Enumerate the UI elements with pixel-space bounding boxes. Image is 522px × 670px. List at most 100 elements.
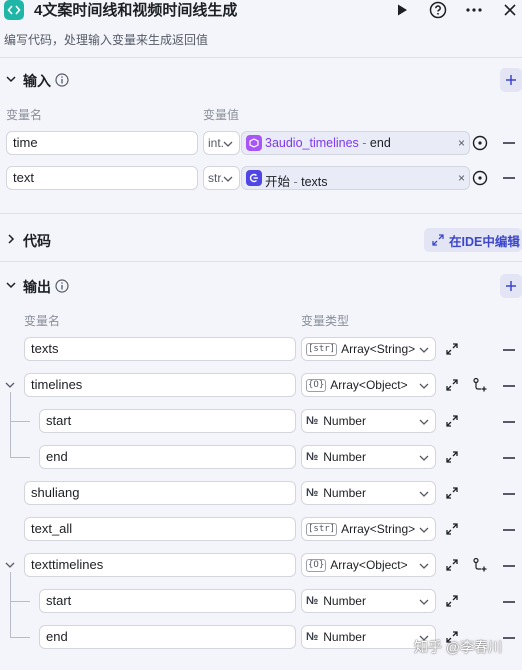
remove-input-button[interactable] bbox=[503, 142, 515, 144]
expand-icon[interactable] bbox=[445, 558, 459, 572]
type-icon: {O} bbox=[306, 378, 327, 392]
input-name-field[interactable]: time bbox=[6, 131, 198, 155]
play-icon bbox=[398, 4, 407, 16]
run-button[interactable] bbox=[392, 0, 412, 20]
output-type-select[interactable]: {O} Array<Object> bbox=[301, 553, 436, 577]
clear-icon[interactable]: × bbox=[458, 171, 465, 185]
chevron-down-icon bbox=[419, 383, 429, 389]
input-name-field[interactable]: text bbox=[6, 166, 198, 190]
chevron-down-icon bbox=[419, 563, 429, 569]
type-icon: [str] bbox=[306, 522, 338, 536]
input-type-select[interactable]: int. bbox=[203, 131, 240, 155]
info-icon[interactable] bbox=[55, 73, 69, 87]
chevron-down-icon[interactable] bbox=[4, 559, 16, 571]
tree-connector bbox=[10, 421, 30, 422]
chevron-down-icon bbox=[419, 455, 429, 461]
divider bbox=[0, 261, 522, 262]
tree-connector bbox=[10, 572, 11, 638]
chevron-down-icon[interactable] bbox=[4, 379, 16, 391]
output-col-type-label: 变量类型 bbox=[301, 314, 350, 328]
add-child-icon[interactable] bbox=[472, 377, 488, 393]
plus-icon bbox=[506, 75, 516, 85]
input-type-select[interactable]: str. bbox=[203, 166, 240, 190]
expand-icon[interactable] bbox=[445, 378, 459, 392]
remove-output-button[interactable] bbox=[503, 493, 515, 495]
chevron-down-icon[interactable] bbox=[4, 278, 18, 292]
expand-icon[interactable] bbox=[445, 486, 459, 500]
reference-text: 3audio_timelines - end bbox=[265, 136, 391, 150]
remove-output-button[interactable] bbox=[503, 601, 515, 603]
output-col-name-label: 变量名 bbox=[24, 314, 61, 328]
more-button[interactable] bbox=[464, 0, 484, 20]
input-value-reference[interactable]: 3audio_timelines - end × bbox=[241, 131, 470, 155]
variable-picker-icon[interactable] bbox=[472, 170, 488, 186]
divider bbox=[0, 213, 522, 214]
edit-in-ide-button[interactable]: 在IDE中编辑 bbox=[424, 228, 522, 252]
remove-output-button[interactable] bbox=[503, 457, 515, 459]
close-icon bbox=[504, 4, 516, 16]
output-name-field[interactable]: end bbox=[39, 445, 296, 469]
output-name-field[interactable]: timelines bbox=[24, 373, 296, 397]
input-value-reference[interactable]: 开始 - texts × bbox=[241, 166, 470, 190]
add-output-button[interactable] bbox=[500, 274, 522, 298]
help-button[interactable] bbox=[428, 0, 448, 20]
output-type-select[interactable]: [str] Array<String> bbox=[301, 337, 436, 361]
type-label: Array<String> bbox=[341, 522, 416, 536]
output-type-select[interactable]: № Number bbox=[301, 445, 436, 469]
chevron-down-icon bbox=[223, 141, 233, 147]
output-type-select[interactable]: [str] Array<String> bbox=[301, 517, 436, 541]
chevron-right-icon[interactable] bbox=[4, 232, 18, 246]
output-name-field[interactable]: start bbox=[39, 589, 296, 613]
output-type-select[interactable]: {O} Array<Object> bbox=[301, 373, 436, 397]
chevron-down-icon bbox=[419, 347, 429, 353]
expand-icon[interactable] bbox=[445, 342, 459, 356]
tree-connector bbox=[10, 637, 30, 638]
divider bbox=[0, 57, 522, 58]
expand-icon[interactable] bbox=[445, 594, 459, 608]
output-name-field[interactable]: shuliang bbox=[24, 481, 296, 505]
chevron-down-icon bbox=[419, 419, 429, 425]
input-col-value-label: 变量值 bbox=[203, 108, 240, 122]
expand-icon[interactable] bbox=[445, 450, 459, 464]
output-name-field[interactable]: texts bbox=[24, 337, 296, 361]
remove-output-button[interactable] bbox=[503, 529, 515, 531]
remove-output-button[interactable] bbox=[503, 637, 515, 639]
remove-output-button[interactable] bbox=[503, 349, 515, 351]
type-label: Array<Object> bbox=[330, 378, 408, 392]
output-name-field[interactable]: texttimelines bbox=[24, 553, 296, 577]
expand-icon[interactable] bbox=[445, 522, 459, 536]
expand-icon[interactable] bbox=[445, 414, 459, 428]
remove-output-button[interactable] bbox=[503, 565, 515, 567]
output-name-field[interactable]: text_all bbox=[24, 517, 296, 541]
output-name-field[interactable]: end bbox=[39, 625, 296, 649]
output-name-field[interactable]: start bbox=[39, 409, 296, 433]
close-button[interactable] bbox=[500, 0, 520, 20]
plus-icon bbox=[506, 281, 516, 291]
type-icon: № bbox=[306, 451, 319, 463]
output-type-select[interactable]: № Number bbox=[301, 589, 436, 613]
remove-output-button[interactable] bbox=[503, 385, 515, 387]
remove-input-button[interactable] bbox=[503, 177, 515, 179]
add-input-button[interactable] bbox=[500, 68, 522, 92]
output-type-select[interactable]: № Number bbox=[301, 481, 436, 505]
remove-output-button[interactable] bbox=[503, 421, 515, 423]
clear-icon[interactable]: × bbox=[458, 136, 465, 150]
output-type-select[interactable]: № Number bbox=[301, 409, 436, 433]
chevron-down-icon bbox=[419, 527, 429, 533]
node-title[interactable]: 4文案时间线和视频时间线生成 bbox=[34, 0, 237, 20]
reference-text: 开始 - texts bbox=[265, 175, 328, 189]
output-section-header: 输出 bbox=[0, 274, 522, 298]
chevron-down-icon bbox=[223, 176, 233, 182]
code-section-title: 代码 bbox=[23, 233, 51, 249]
type-label: Number bbox=[323, 450, 366, 464]
type-label: Number bbox=[323, 486, 366, 500]
add-child-icon[interactable] bbox=[472, 557, 488, 573]
more-icon bbox=[466, 8, 482, 12]
type-icon: [str] bbox=[306, 342, 338, 356]
chevron-down-icon[interactable] bbox=[4, 72, 18, 86]
variable-picker-icon[interactable] bbox=[472, 135, 488, 151]
type-label: Number bbox=[323, 594, 366, 608]
input-col-name-label: 变量名 bbox=[6, 108, 43, 122]
node-description: 编写代码，处理输入变量来生成返回值 bbox=[4, 33, 209, 47]
info-icon[interactable] bbox=[55, 279, 69, 293]
